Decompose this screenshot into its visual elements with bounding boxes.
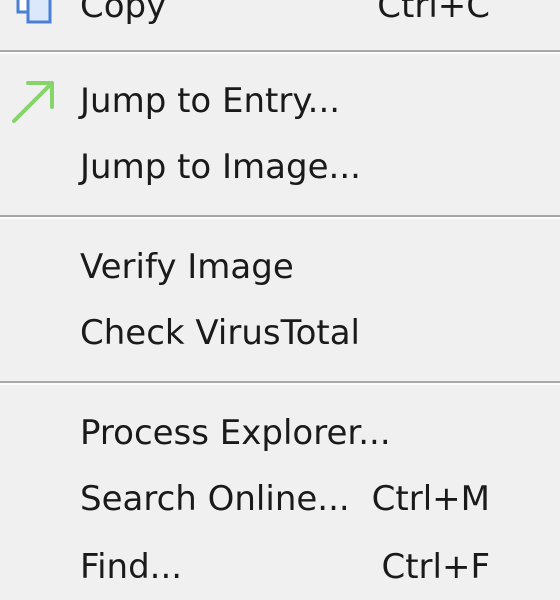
menu-item-check-virustotal[interactable]: Check VirusTotal — [0, 302, 560, 364]
menu-item-label: Jump to Entry... — [80, 81, 341, 121]
menu-item-shortcut: Ctrl+F — [381, 547, 490, 587]
menu-item-find[interactable]: Find... Ctrl+F — [0, 536, 560, 598]
menu-item-label: Copy — [80, 0, 167, 26]
menu-item-search-online[interactable]: Search Online... Ctrl+M — [0, 468, 560, 530]
copy-icon — [8, 0, 60, 32]
menu-item-label: Process Explorer... — [80, 413, 391, 453]
menu-item-verify-image[interactable]: Verify Image — [0, 236, 560, 298]
menu-item-label: Verify Image — [80, 247, 294, 287]
context-menu: Copy Ctrl+C Jump to Entry... Jump to Ima… — [0, 0, 560, 600]
menu-item-label: Check VirusTotal — [80, 313, 361, 353]
menu-separator — [0, 215, 560, 219]
menu-item-shortcut: Ctrl+M — [371, 479, 490, 519]
menu-item-process-explorer[interactable]: Process Explorer... — [0, 402, 560, 464]
menu-item-jump-to-image[interactable]: Jump to Image... — [0, 136, 560, 198]
jump-arrow-icon — [8, 75, 60, 127]
menu-separator — [0, 50, 560, 54]
menu-item-jump-to-entry[interactable]: Jump to Entry... — [0, 70, 560, 132]
menu-item-shortcut: Ctrl+C — [377, 0, 490, 26]
menu-item-label: Jump to Image... — [80, 147, 361, 187]
menu-separator — [0, 381, 560, 385]
menu-item-label: Search Online... — [80, 479, 350, 519]
menu-item-copy[interactable]: Copy Ctrl+C — [0, 0, 560, 34]
menu-item-label: Find... — [80, 547, 183, 587]
